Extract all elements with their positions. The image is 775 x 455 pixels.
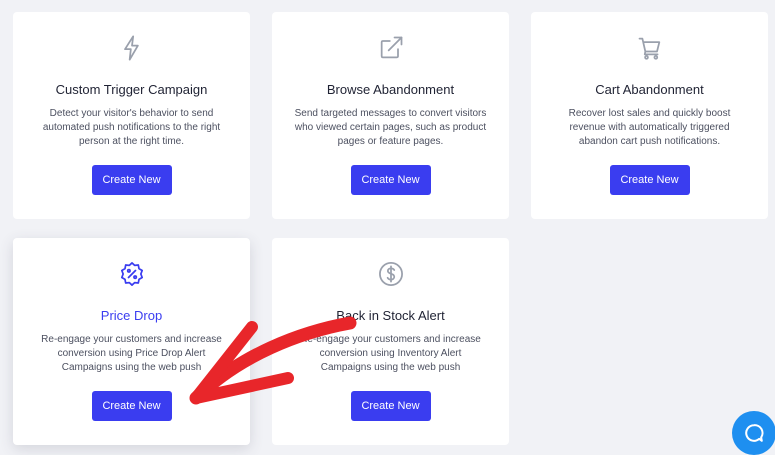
- create-new-button[interactable]: Create New: [91, 165, 172, 195]
- cart-abandonment-card: Cart Abandonment Recover lost sales and …: [531, 12, 768, 219]
- external-link-icon: [377, 34, 405, 62]
- back-in-stock-alert-card: Back in Stock Alert Re-engage your custo…: [272, 238, 509, 445]
- custom-trigger-campaign-card: Custom Trigger Campaign Detect your visi…: [13, 12, 250, 219]
- card-title: Custom Trigger Campaign: [55, 82, 208, 97]
- price-drop-card: Price Drop Re-engage your customers and …: [13, 238, 250, 445]
- dollar-circle-icon: [377, 260, 405, 288]
- cart-icon: [636, 34, 664, 62]
- lightning-icon: [118, 34, 146, 62]
- card-description: Re-engage your customers and increase co…: [41, 334, 222, 373]
- card-description: Recover lost sales and quickly boost rev…: [568, 108, 731, 147]
- card-title: Back in Stock Alert: [336, 308, 445, 323]
- chat-widget-button[interactable]: [732, 411, 775, 455]
- card-description: Detect your visitor's behavior to send a…: [42, 108, 221, 147]
- card-title: Browse Abandonment: [326, 82, 455, 97]
- card-title: Cart Abandonment: [595, 82, 704, 97]
- discount-badge-icon: [118, 260, 146, 288]
- create-new-button[interactable]: Create New: [91, 391, 172, 421]
- card-title: Price Drop: [100, 308, 163, 323]
- browse-abandonment-card: Browse Abandonment Send targeted message…: [272, 12, 509, 219]
- card-description: Re-engage your customers and increase co…: [300, 334, 481, 373]
- create-new-button[interactable]: Create New: [350, 391, 431, 421]
- card-description: Send targeted messages to convert visito…: [294, 108, 487, 147]
- create-new-button[interactable]: Create New: [350, 165, 431, 195]
- create-new-button[interactable]: Create New: [609, 165, 690, 195]
